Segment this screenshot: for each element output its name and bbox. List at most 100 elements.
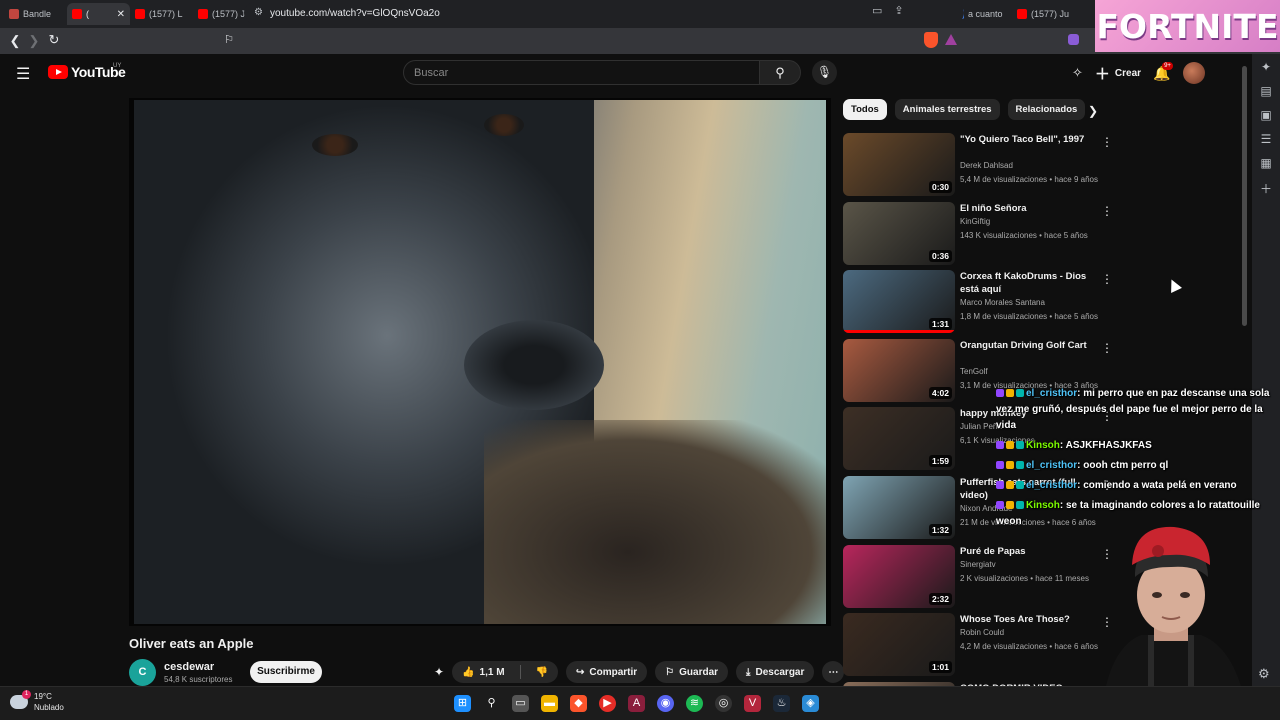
share-page-icon[interactable]: ⇪: [894, 4, 903, 17]
filter-chips: Todos Animales terrestres Relacionados: [843, 99, 1086, 120]
cloud-icon: 1: [10, 690, 31, 709]
video-thumbnail[interactable]: 1:31: [843, 270, 955, 334]
chevron-right-icon[interactable]: ❯: [1088, 104, 1098, 118]
spotify-icon[interactable]: ≋: [686, 695, 703, 712]
more-actions-button[interactable]: ⋯: [822, 661, 845, 683]
tab-favicon-icon: [198, 9, 208, 19]
brave-rewards-icon[interactable]: [945, 34, 957, 45]
discord-icon[interactable]: ◉: [657, 695, 674, 712]
obs-icon[interactable]: ◎: [715, 695, 732, 712]
video-menu-icon[interactable]: ⋮: [1101, 272, 1113, 286]
file-explorer-icon[interactable]: ▬: [541, 695, 558, 712]
save-button[interactable]: ⚐ Guardar: [655, 661, 729, 683]
task-view-icon[interactable]: ▭: [512, 695, 529, 712]
browser-tab[interactable]: (1577) Ju: [1012, 3, 1075, 25]
browser-tab[interactable]: Bandle: [4, 3, 67, 25]
create-button[interactable]: ＋ Crear: [1095, 63, 1141, 84]
gorilla-eye: [312, 134, 358, 156]
video-frame[interactable]: [134, 100, 826, 624]
dislike-button[interactable]: 👎: [526, 661, 558, 683]
address-bar[interactable]: ⚙ youtube.com/watch?v=GlOQnsVOa2o: [244, 2, 964, 24]
page-scrollbar[interactable]: [1242, 66, 1247, 326]
browser-tab[interactable]: (✕: [67, 3, 130, 25]
youtube-app-icon[interactable]: ▶: [599, 695, 616, 712]
tab-close-icon[interactable]: ✕: [117, 9, 125, 20]
related-video-channel[interactable]: Sinergiatv: [960, 560, 996, 569]
leo-ai-icon[interactable]: ✦: [1259, 60, 1273, 76]
studio-icon[interactable]: ✧: [1072, 65, 1083, 81]
related-video-item[interactable]: 2:32 Puré de Papas Sinergiatv 2 K visualiza…: [843, 544, 1113, 609]
video-thumbnail[interactable]: 2:32: [843, 544, 955, 608]
app-icon[interactable]: ◈: [802, 695, 819, 712]
weather-widget[interactable]: 1 19°C Nublado: [10, 690, 64, 713]
video-menu-icon[interactable]: ⋮: [1101, 341, 1113, 355]
video-thumbnail[interactable]: 1:32: [843, 476, 955, 539]
related-video-title[interactable]: Orangutan Driving Golf Cart: [960, 339, 1092, 352]
search-button[interactable]: ⚲: [759, 60, 801, 85]
reload-icon[interactable]: ↻: [44, 32, 64, 48]
account-avatar[interactable]: [1182, 62, 1205, 84]
related-video-item[interactable]: 0:30 "Yo Quiero Taco Bell", 1997 Derek Dah…: [843, 133, 1113, 197]
sidebar-settings-icon[interactable]: ⚙: [1258, 666, 1270, 682]
browser-tab[interactable]: (1577) L: [130, 3, 193, 25]
related-video-meta: 5,4 M de visualizaciones • hace 9 años: [960, 175, 1098, 184]
channel-avatar[interactable]: C: [129, 659, 156, 686]
related-video-title[interactable]: "Yo Quiero Taco Bell", 1997: [960, 133, 1092, 146]
video-thumbnail[interactable]: 1:59: [843, 407, 955, 471]
tabs-icon[interactable]: ▤: [1259, 84, 1273, 100]
chat-username: Kinsoh: [1026, 440, 1060, 451]
wallet-icon[interactable]: ▣: [1259, 108, 1273, 124]
video-player[interactable]: [129, 98, 831, 626]
related-video-title[interactable]: Puré de Papas: [960, 545, 1092, 558]
related-video-channel[interactable]: TenGolf: [960, 367, 988, 376]
video-thumbnail[interactable]: 0:36: [843, 201, 955, 265]
chat-badge-icon: [1016, 481, 1024, 489]
download-button[interactable]: ⤓ Descargar: [736, 661, 815, 683]
related-video-item[interactable]: 0:36 El niño Señora KinGiftig 143 K visuali…: [843, 201, 1113, 266]
windows-start-icon[interactable]: ⊞: [454, 695, 471, 712]
steam-icon[interactable]: ♨: [773, 695, 790, 712]
valorant-icon[interactable]: V: [744, 695, 761, 712]
voice-search-button[interactable]: 🎙: [812, 60, 837, 85]
cast-icon[interactable]: ▭: [872, 4, 882, 17]
search-taskbar-icon[interactable]: ⚲: [483, 695, 500, 712]
subscribe-button[interactable]: Suscribirme: [250, 661, 322, 683]
related-video-title[interactable]: Whose Toes Are Those?: [960, 613, 1092, 626]
video-thumbnail[interactable]: 4:02: [843, 338, 955, 402]
video-thumbnail[interactable]: 1:01: [843, 613, 955, 677]
extension-icon[interactable]: [1068, 34, 1079, 45]
filter-chip[interactable]: Todos: [843, 99, 887, 120]
related-video-channel[interactable]: KinGiftig: [960, 217, 990, 226]
related-video-channel[interactable]: Derek Dahlsad: [960, 161, 1013, 170]
bookmarks-icon[interactable]: ▦: [1259, 156, 1273, 172]
related-video-item[interactable]: 1:01 Whose Toes Are Those? Robin Could 4,2 …: [843, 613, 1113, 677]
adobe-app-icon[interactable]: A: [628, 695, 645, 712]
brave-browser-icon[interactable]: ◆: [570, 695, 587, 712]
share-button[interactable]: ↪ Compartir: [565, 661, 648, 683]
related-video-channel[interactable]: Robin Could: [960, 628, 1004, 637]
reading-list-icon[interactable]: ☰: [1259, 132, 1273, 148]
filter-chip[interactable]: Animales terrestres: [894, 99, 1000, 120]
site-info-icon[interactable]: ⚙: [254, 7, 263, 18]
search-input[interactable]: Buscar: [403, 60, 760, 85]
related-video-title[interactable]: Corxea ft KakoDrums - Dios está aquí: [960, 270, 1092, 296]
like-button[interactable]: 👍 1,1 M: [452, 661, 514, 683]
brave-shield-icon[interactable]: [924, 32, 938, 48]
related-video-item[interactable]: 1:31 Corxea ft KakoDrums - Dios está aquí…: [843, 270, 1113, 334]
video-menu-icon[interactable]: ⋮: [1101, 204, 1113, 218]
back-icon[interactable]: ❮: [5, 33, 25, 49]
channel-name[interactable]: cesdewar: [164, 661, 214, 673]
notifications-button[interactable]: 🔔 9+: [1153, 61, 1173, 82]
video-thumbnail[interactable]: 0:30: [843, 133, 955, 196]
filter-chip[interactable]: Relacionados: [1007, 99, 1086, 120]
chat-badge-icon: [1016, 501, 1024, 509]
ask-ai-icon[interactable]: ✦: [434, 665, 444, 679]
tab-title: (: [86, 9, 89, 19]
guide-menu-icon[interactable]: ☰: [16, 64, 30, 84]
forward-icon[interactable]: ❯: [24, 33, 44, 49]
video-menu-icon[interactable]: ⋮: [1101, 135, 1113, 149]
related-video-channel[interactable]: Marco Morales Santana: [960, 298, 1045, 307]
bookmark-icon[interactable]: ⚐: [219, 33, 239, 46]
related-video-title[interactable]: El niño Señora: [960, 202, 1092, 215]
add-panel-icon[interactable]: ＋: [1259, 180, 1273, 196]
